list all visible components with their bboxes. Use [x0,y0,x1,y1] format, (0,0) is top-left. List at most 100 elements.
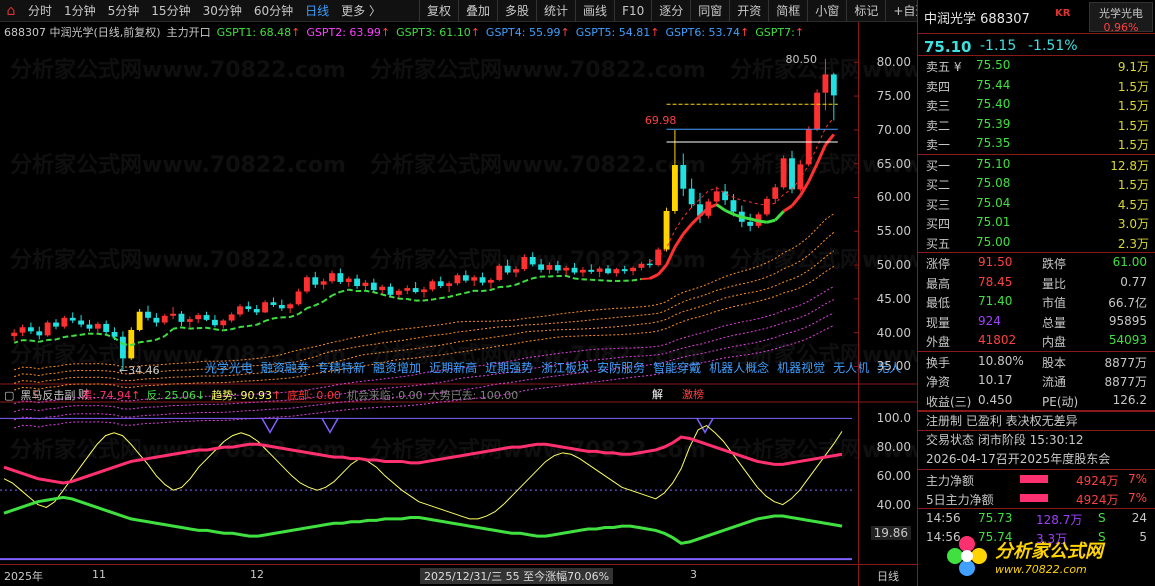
period-tab[interactable]: 15分钟 [145,0,196,22]
trend-arrow-icon: ↑ [291,25,301,39]
sub-tick: 80.00 [876,440,911,455]
info-line[interactable]: 2026-04-17召开2025年度股东会 [918,450,1155,469]
stat-value: 924 [978,313,1001,328]
trend-arrow-icon: ↑ [380,25,391,39]
period-label[interactable]: 日线 [877,568,899,584]
candle-body [245,306,252,310]
low-annotation: ←34.46 [119,364,160,377]
money-flow: 主力净额 4924万 7% 5日主力净额 4924万 7% [918,469,1155,508]
candle-body [53,322,59,327]
trend-arrow-icon: ↑ [560,25,570,39]
concept-tag[interactable]: 机器人概念 [709,359,769,376]
candle-body [119,336,126,359]
toolbar-button[interactable]: 小窗 [807,0,846,22]
ask-row[interactable]: 卖一 75.35 1.5万 [918,134,1155,154]
concept-tag[interactable]: 融资增加 [373,359,421,376]
candle-body [496,265,503,280]
sub-indicator-name[interactable]: 黑马反击副 [20,387,75,403]
sub-legend-item: 大势已去: 100.00 [429,387,519,403]
money-flow-row[interactable]: 5日主力净额 4924万 7% [918,489,1155,508]
level-label: 买二 [926,178,951,192]
period-tab[interactable]: 60分钟 [248,0,299,22]
toolbar-button[interactable]: 标记 [846,0,885,22]
trend-line-segment [457,291,467,296]
concept-tag[interactable]: 专精特新 [317,359,365,376]
concept-tags: 光学光电 融资融券 专精特新 融资增加 近期新高 近期强势 浙江板块 安防服务 智能穿戴 机器人概… [205,359,901,376]
concept-tag[interactable]: 浙江板块 [541,359,589,376]
toolbar-button[interactable]: 简框 [768,0,807,22]
toolbar-button[interactable]: 逐分 [651,0,690,22]
kline-chart-svg[interactable]: 分析家公式网www.70822.com 分析家公式网www.70822.com 分析… [0,22,917,586]
concept-tag[interactable]: 近期新高 [429,359,477,376]
ask-row[interactable]: 卖四 75.44 1.5万 [918,76,1155,96]
stat-value: 8877万 [1104,375,1147,389]
concept-tag[interactable]: 机器视觉 [777,359,825,376]
candle-body [471,277,478,281]
bid-row[interactable]: 买二 75.08 1.5万 [918,174,1155,194]
level-price: 75.10 [976,156,1011,171]
money-value: 4924万 [1076,474,1119,488]
indicator-legend-label[interactable]: 主力开口 [167,24,211,40]
period-tab[interactable]: 1分钟 [58,0,102,22]
home-icon[interactable]: ⌂ [0,0,22,22]
candle-body [479,277,486,283]
tick-volume: 128.7万 [1036,513,1083,527]
trend-line-segment [440,295,450,300]
candle-body [354,278,361,287]
toolbar-button[interactable]: 开资 [729,0,768,22]
toolbar-button[interactable]: 同窗 [690,0,729,22]
trend-line-segment [206,326,216,331]
toolbar-button[interactable]: 画线 [575,0,614,22]
concept-tag[interactable]: 智能穿戴 [653,359,701,376]
candle-body [713,191,720,202]
period-tab[interactable]: 更多 〉 [335,0,387,22]
toolbar-button[interactable]: 复权 [418,0,458,22]
sub-legend-item: 底部: 0.00 [287,387,341,403]
concept-tag[interactable]: 融资融券 [261,359,309,376]
toolbar-button[interactable]: 叠加 [458,0,497,22]
ask-row[interactable]: 卖三 75.40 1.5万 [918,95,1155,115]
ask-row[interactable]: 卖五 ¥ 75.50 9.1万 [918,56,1155,76]
ask-row[interactable]: 卖二 75.39 1.5万 [918,115,1155,135]
stats-block-1: 涨停 91.50 跌停 61.00 最高 78.45 量比 0.77 最低 71.40 市值 66.7… [918,253,1155,352]
trend-line-segment [30,339,40,343]
price-tick: 80.00 [876,55,911,70]
sector-tag[interactable]: 光学光电 0.96% [1089,2,1153,34]
bid-row[interactable]: 买一 75.10 12.8万 [918,155,1155,175]
trend-line-segment [97,332,107,336]
stat-key: 最高 [926,276,951,291]
period-tabs: ⌂ 分时 1分钟 5分钟 15分钟 30分钟 60分钟 日线 更多 〉 [0,0,387,22]
level-volume: 1.5万 [1117,138,1149,152]
period-tab[interactable]: 分时 [22,0,58,22]
stock-name: 中润光学 [924,12,977,27]
candle-body [270,302,277,305]
bid-row[interactable]: 买四 75.01 3.0万 [918,213,1155,233]
toolbar-button[interactable]: F10 [614,0,651,22]
concept-tag[interactable]: 近期强势 [485,359,533,376]
price-change-pct: -1.51% [1028,38,1078,54]
toolbar-button[interactable]: 统计 [536,0,575,22]
gspt-legend-item: GSPT3: 61.10↑ [396,26,480,39]
sub-legend-label: 大势已去: 100.00 [428,389,519,402]
concept-tag[interactable]: 安防服务 [597,359,645,376]
unlock-mark[interactable]: 解 [652,387,663,401]
kline-chart-area[interactable]: 分析家公式网www.70822.com 分析家公式网www.70822.com 分析… [0,22,917,586]
candle-body [538,264,545,270]
period-tab[interactable]: 30分钟 [197,0,248,22]
concept-tag[interactable]: 光学光电 [205,359,253,376]
period-tab[interactable]: 日线 [299,0,335,22]
money-flow-row[interactable]: 主力净额 4924万 7% [918,470,1155,489]
ranking-mark[interactable]: 激榜 [682,387,704,401]
stat-key: 外盘 [926,335,951,349]
level-volume: 2.3万 [1117,236,1149,251]
trend-line-segment [348,288,358,293]
candle-body [19,327,26,333]
candle-body [11,332,18,337]
period-tab[interactable]: 5分钟 [102,0,146,22]
trend-line-segment [55,336,65,341]
stock-legend-label: 688307 中润光学(日线,前复权) [4,26,161,39]
bid-row[interactable]: 买三 75.04 4.5万 [918,194,1155,214]
toolbar-button[interactable]: 多股 [497,0,536,22]
date-label: 2025年 [4,570,43,583]
bid-row[interactable]: 买五 75.00 2.3万 [918,233,1155,253]
